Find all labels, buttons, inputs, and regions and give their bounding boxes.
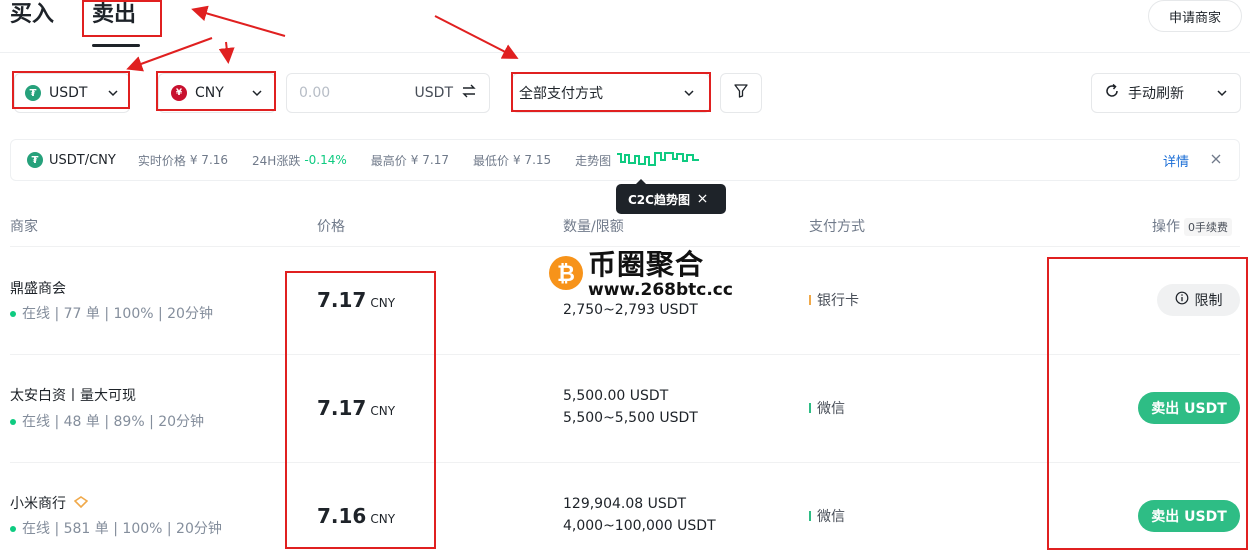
annotation-arrows (126, 5, 519, 72)
